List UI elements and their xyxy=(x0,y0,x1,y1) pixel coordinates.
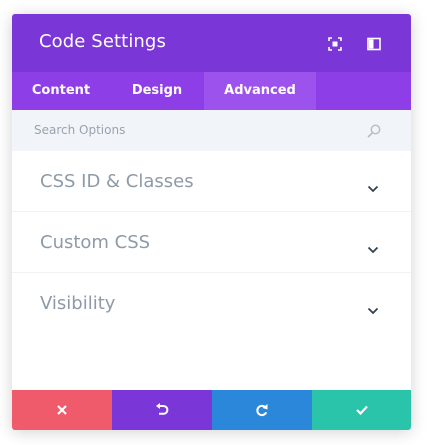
section-label: Visibility xyxy=(40,293,116,314)
section-label: CSS ID & Classes xyxy=(40,171,194,192)
search-bar xyxy=(12,110,411,151)
section-label: Custom CSS xyxy=(40,232,151,253)
tab-advanced[interactable]: Advanced xyxy=(204,72,316,110)
undo-icon xyxy=(156,403,169,415)
section-css-id-classes[interactable]: CSS ID & Classes xyxy=(12,151,411,212)
settings-modal: Code Settings Content Design Advanced Se… xyxy=(12,14,411,430)
chevron-down-icon xyxy=(367,178,379,193)
close-icon xyxy=(57,405,67,415)
tab-content[interactable]: Content xyxy=(12,72,110,110)
discard-button[interactable] xyxy=(12,390,112,430)
fullscreen-icon[interactable] xyxy=(328,36,342,51)
tab-bar: Content Design Advanced xyxy=(12,72,411,110)
chevron-down-icon xyxy=(367,300,379,315)
save-button[interactable] xyxy=(312,390,411,430)
check-icon xyxy=(355,405,368,415)
redo-button[interactable] xyxy=(212,390,312,430)
search-icon[interactable] xyxy=(367,123,381,138)
modal-title: Code Settings xyxy=(39,31,166,52)
section-visibility[interactable]: Visibility xyxy=(12,273,411,333)
modal-header: Code Settings xyxy=(12,14,411,72)
chevron-down-icon xyxy=(367,239,379,254)
modal-footer xyxy=(12,390,411,430)
tab-design[interactable]: Design xyxy=(110,72,204,110)
sidebar-icon[interactable] xyxy=(367,36,381,51)
undo-button[interactable] xyxy=(112,390,212,430)
redo-icon xyxy=(256,404,268,417)
section-custom-css[interactable]: Custom CSS xyxy=(12,212,411,273)
search-input[interactable] xyxy=(34,118,354,142)
